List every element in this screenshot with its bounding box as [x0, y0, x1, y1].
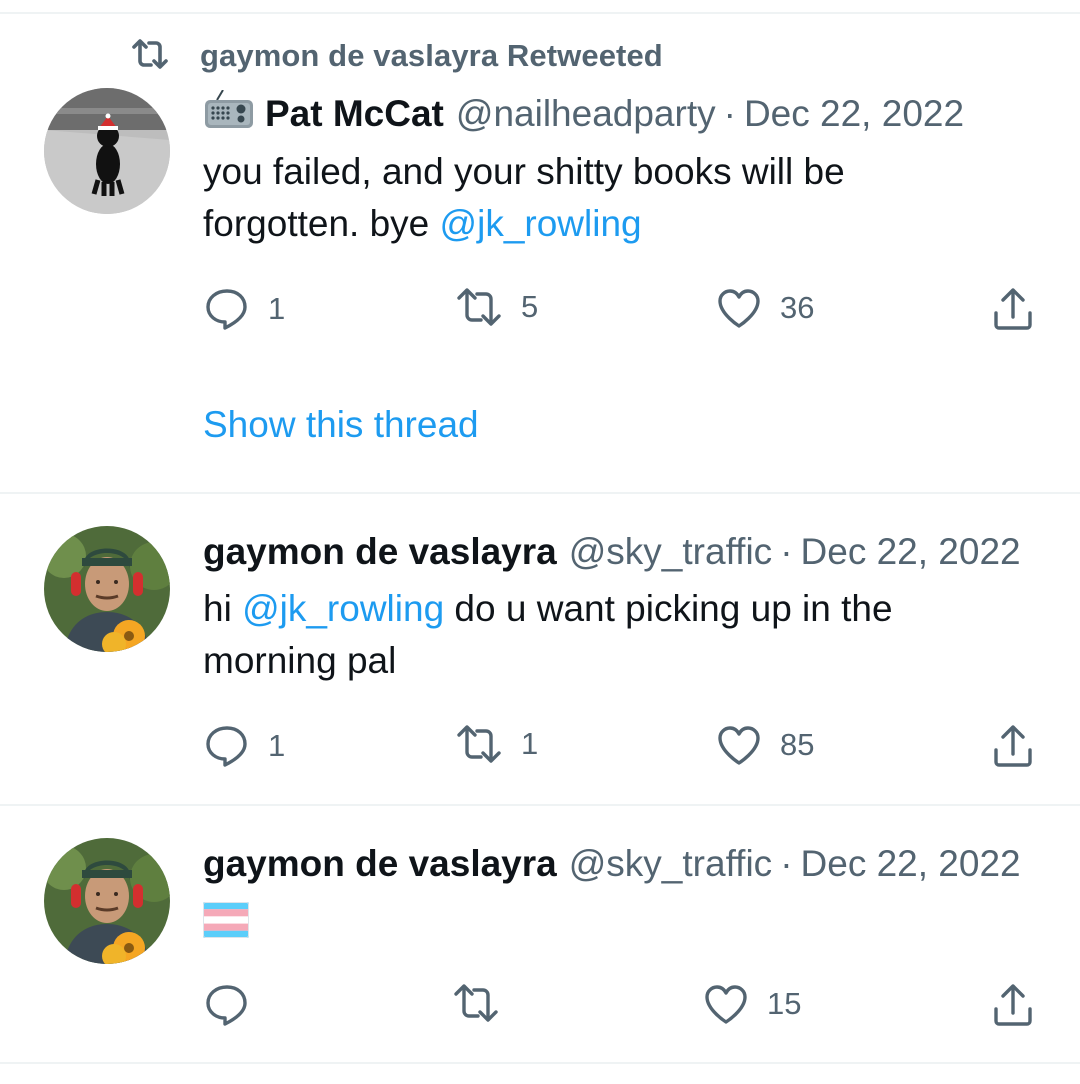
- reply-icon: [206, 726, 247, 767]
- heart-icon: [705, 985, 747, 1024]
- tweet-header: Pat McCat @nailheadparty · Dec 22, 2022: [203, 88, 964, 139]
- retweet-button[interactable]: 5: [455, 287, 538, 327]
- retweet-button[interactable]: 1: [455, 724, 538, 764]
- avatar[interactable]: [44, 526, 170, 652]
- radio-icon: [203, 88, 255, 139]
- tweet-header: gaymon de vaslayra @sky_traffic · Dec 22…: [203, 528, 1021, 576]
- tweet-text-part: hi: [203, 588, 243, 629]
- tweet-date[interactable]: Dec 22, 2022: [744, 93, 964, 135]
- retweet-icon: [130, 38, 170, 74]
- show-thread-link[interactable]: Show this thread: [203, 404, 479, 446]
- retweet-button[interactable]: [452, 983, 500, 1023]
- heart-icon: [718, 726, 760, 765]
- divider-bottom: [0, 1062, 1080, 1064]
- tweet-actions: 1 1 85: [0, 721, 1080, 771]
- like-button[interactable]: 36: [716, 287, 814, 329]
- tweet-text: hi @jk_rowling do u want picking up in t…: [203, 583, 963, 687]
- like-count: 36: [780, 290, 815, 325]
- tweet-retweeted[interactable]: gaymon de vaslayra Retweeted Pat McCat @…: [0, 0, 1080, 492]
- reply-button[interactable]: [204, 983, 250, 1027]
- user-handle[interactable]: @sky_traffic: [569, 531, 772, 573]
- tweet-actions: 1 5 36: [0, 284, 1080, 334]
- share-button[interactable]: [992, 724, 1034, 768]
- reply-count: 1: [268, 291, 286, 326]
- retweet-count: 1: [521, 726, 539, 761]
- transgender-flag-icon: [203, 902, 249, 943]
- tweet-header: gaymon de vaslayra @sky_traffic · Dec 22…: [203, 840, 1021, 888]
- share-icon: [994, 288, 1032, 330]
- retweet-count: 5: [521, 289, 539, 324]
- separator-dot: ·: [780, 843, 793, 884]
- display-name[interactable]: Pat McCat: [265, 93, 444, 135]
- tweet-date[interactable]: Dec 22, 2022: [801, 843, 1021, 885]
- reply-icon: [206, 289, 247, 330]
- reply-icon: [206, 985, 247, 1026]
- avatar[interactable]: [44, 838, 170, 964]
- like-count: 85: [780, 727, 815, 762]
- reply-count: 1: [268, 728, 286, 763]
- mention-link[interactable]: @jk_rowling: [440, 203, 642, 244]
- retweet-icon: [457, 725, 501, 763]
- heart-icon: [718, 289, 760, 328]
- reply-button[interactable]: 1: [204, 724, 285, 768]
- tweet[interactable]: gaymon de vaslayra @sky_traffic · Dec 22…: [0, 806, 1080, 1062]
- display-name[interactable]: gaymon de vaslayra: [203, 531, 557, 573]
- share-icon: [994, 984, 1032, 1026]
- reply-button[interactable]: 1: [204, 287, 285, 331]
- retweet-banner: gaymon de vaslayra Retweeted: [130, 36, 663, 76]
- user-handle[interactable]: @sky_traffic: [569, 843, 772, 885]
- like-button[interactable]: 15: [703, 983, 801, 1025]
- avatar[interactable]: [44, 88, 170, 214]
- retweet-banner-text[interactable]: gaymon de vaslayra Retweeted: [200, 38, 663, 74]
- separator-dot: ·: [780, 531, 793, 572]
- display-name[interactable]: gaymon de vaslayra: [203, 843, 557, 885]
- tweet-actions: 15: [0, 980, 1080, 1030]
- tweet-text: you failed, and your shitty books will b…: [203, 146, 1003, 250]
- mention-link[interactable]: @jk_rowling: [242, 588, 444, 629]
- separator-dot: ·: [723, 93, 736, 134]
- retweet-icon: [457, 288, 501, 326]
- tweet[interactable]: gaymon de vaslayra @sky_traffic · Dec 22…: [0, 494, 1080, 804]
- tweet-date[interactable]: Dec 22, 2022: [801, 531, 1021, 573]
- share-button[interactable]: [992, 983, 1034, 1027]
- share-button[interactable]: [992, 287, 1034, 331]
- user-handle[interactable]: @nailheadparty: [456, 93, 716, 135]
- retweet-icon: [454, 984, 498, 1022]
- like-button[interactable]: 85: [716, 724, 814, 766]
- share-icon: [994, 725, 1032, 767]
- like-count: 15: [767, 986, 802, 1021]
